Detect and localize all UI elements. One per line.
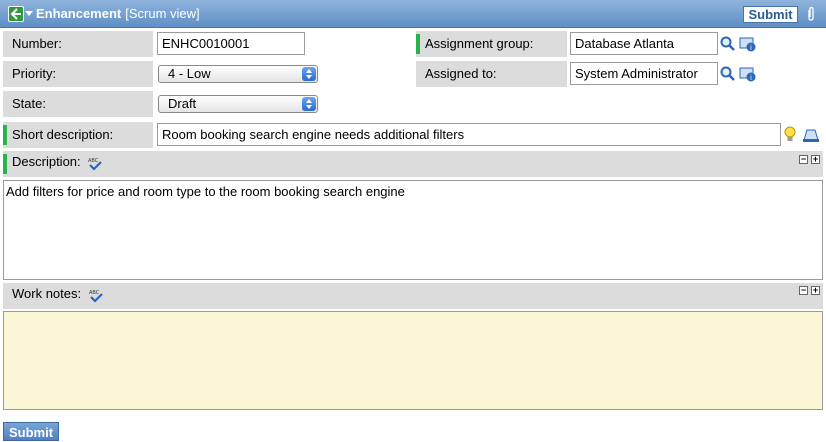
- context-menu-icon[interactable]: [25, 11, 33, 16]
- lightbulb-icon[interactable]: [783, 126, 797, 144]
- spellcheck-icon[interactable]: ABC: [88, 288, 104, 303]
- reference-info-icon[interactable]: i: [739, 66, 757, 82]
- svg-text:i: i: [750, 74, 752, 82]
- svg-text:ABC: ABC: [88, 158, 99, 164]
- number-label-text: Number:: [12, 36, 62, 51]
- work-notes-textarea[interactable]: [3, 311, 823, 410]
- expand-icon[interactable]: +: [811, 286, 820, 295]
- select-arrows-icon: [302, 97, 316, 111]
- state-selected-value: Draft: [168, 96, 197, 111]
- footer-submit-button[interactable]: Submit: [3, 422, 59, 441]
- description-header: Description: ABC: [3, 151, 823, 177]
- assigned-to-label: Assigned to:: [416, 61, 567, 87]
- search-icon[interactable]: [720, 36, 736, 52]
- state-label: State:: [3, 91, 153, 117]
- mandatory-indicator: [3, 125, 7, 145]
- assigned-to-field[interactable]: System Administrator: [570, 62, 718, 85]
- description-label: Description:: [12, 154, 81, 169]
- state-select[interactable]: Draft: [158, 95, 318, 113]
- number-field[interactable]: ENHC0010001: [157, 32, 305, 55]
- priority-selected-value: 4 - Low: [168, 66, 211, 81]
- priority-select[interactable]: 4 - Low: [158, 65, 318, 83]
- form-title-text: Enhancement: [36, 6, 122, 21]
- priority-label-text: Priority:: [12, 66, 57, 81]
- short-description-label-text: Short description:: [12, 127, 114, 142]
- short-description-label: Short description:: [3, 122, 153, 148]
- back-arrow-icon[interactable]: [8, 6, 24, 22]
- form-title: Enhancement [Scrum view]: [36, 6, 200, 21]
- assignment-group-label: Assignment group:: [416, 31, 567, 57]
- header-submit-button[interactable]: Submit: [743, 6, 798, 23]
- search-icon[interactable]: [720, 66, 736, 82]
- mandatory-indicator: [3, 154, 7, 174]
- description-textarea[interactable]: Add filters for price and room type to t…: [3, 180, 823, 280]
- short-description-field[interactable]: Room booking search engine needs additio…: [157, 123, 781, 146]
- priority-label: Priority:: [3, 61, 153, 87]
- collapse-icon[interactable]: −: [799, 286, 808, 295]
- state-label-text: State:: [12, 96, 46, 111]
- knowledge-icon[interactable]: [802, 127, 820, 143]
- assignment-group-label-text: Assignment group:: [425, 36, 534, 51]
- expand-icon[interactable]: +: [811, 155, 820, 164]
- work-notes-label: Work notes:: [12, 286, 82, 301]
- paperclip-icon[interactable]: [806, 6, 816, 22]
- form-view-name: [Scrum view]: [125, 6, 200, 21]
- svg-text:i: i: [750, 44, 752, 52]
- assigned-to-label-text: Assigned to:: [425, 66, 497, 81]
- reference-info-icon[interactable]: i: [739, 36, 757, 52]
- spellcheck-icon[interactable]: ABC: [87, 156, 103, 171]
- select-arrows-icon: [302, 67, 316, 81]
- mandatory-indicator: [416, 34, 420, 54]
- assignment-group-field[interactable]: Database Atlanta: [570, 32, 718, 55]
- number-label: Number:: [3, 31, 153, 57]
- collapse-icon[interactable]: −: [799, 155, 808, 164]
- svg-text:ABC: ABC: [89, 290, 100, 296]
- work-notes-header: Work notes: ABC: [3, 283, 823, 309]
